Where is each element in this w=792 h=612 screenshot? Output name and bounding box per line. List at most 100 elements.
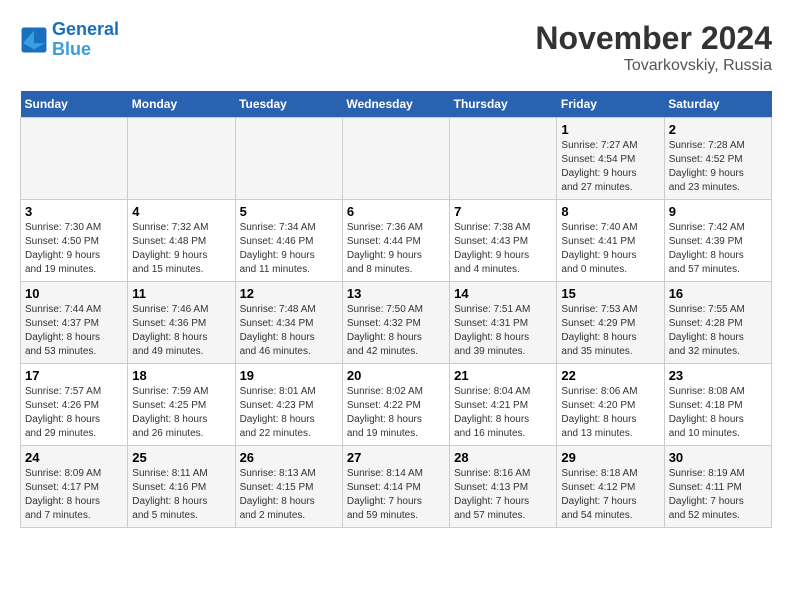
calendar-cell: 13 Sunrise: 7:50 AMSunset: 4:32 PMDayligh… xyxy=(342,282,449,364)
calendar-cell: 26Sunrise: 8:13 AMSunset: 4:15 PMDayligh… xyxy=(235,446,342,528)
page-header: General Blue November 2024 Tovarkovskiy,… xyxy=(20,20,772,75)
calendar-cell: 4 Sunrise: 7:32 AMSunset: 4:48 PMDaylight… xyxy=(128,200,235,282)
calendar-cell: 29Sunrise: 8:18 AMSunset: 4:12 PMDayligh… xyxy=(557,446,664,528)
calendar-cell: 23 Sunrise: 8:08 AMSunset: 4:18 PMDayligh… xyxy=(664,364,771,446)
day-number: 15 xyxy=(561,286,659,301)
day-number: 1 xyxy=(561,122,659,137)
logo-text: General Blue xyxy=(52,20,119,60)
day-info: Sunrise: 7:27 AMSunset: 4:54 PMDaylight:… xyxy=(561,139,659,195)
location-subtitle: Tovarkovskiy, Russia xyxy=(535,57,772,75)
day-info: Sunrise: 8:19 AMSunset: 4:11 PMDaylight:… xyxy=(669,467,767,523)
day-info: Sunrise: 8:08 AMSunset: 4:18 PMDaylight:… xyxy=(669,385,767,441)
day-number: 17 xyxy=(25,368,123,383)
day-number: 2 xyxy=(669,122,767,137)
day-info: Sunrise: 7:53 AMSunset: 4:29 PMDaylight:… xyxy=(561,303,659,359)
day-info: Sunrise: 7:46 AMSunset: 4:36 PMDaylight:… xyxy=(132,303,230,359)
day-info: Sunrise: 7:48 AMSunset: 4:34 PMDaylight:… xyxy=(240,303,338,359)
calendar-cell: 15 Sunrise: 7:53 AMSunset: 4:29 PMDayligh… xyxy=(557,282,664,364)
calendar-cell: 7 Sunrise: 7:38 AMSunset: 4:43 PMDaylight… xyxy=(450,200,557,282)
calendar-cell: 30Sunrise: 8:19 AMSunset: 4:11 PMDayligh… xyxy=(664,446,771,528)
day-number: 22 xyxy=(561,368,659,383)
day-info: Sunrise: 8:09 AMSunset: 4:17 PMDaylight:… xyxy=(25,467,123,523)
day-info: Sunrise: 7:50 AMSunset: 4:32 PMDaylight:… xyxy=(347,303,445,359)
day-number: 9 xyxy=(669,204,767,219)
header-cell-saturday: Saturday xyxy=(664,91,771,118)
day-number: 13 xyxy=(347,286,445,301)
title-block: November 2024 Tovarkovskiy, Russia xyxy=(535,20,772,75)
day-info: Sunrise: 7:38 AMSunset: 4:43 PMDaylight:… xyxy=(454,221,552,277)
calendar-cell xyxy=(128,118,235,200)
day-info: Sunrise: 8:02 AMSunset: 4:22 PMDaylight:… xyxy=(347,385,445,441)
calendar-cell: 3 Sunrise: 7:30 AMSunset: 4:50 PMDaylight… xyxy=(21,200,128,282)
day-number: 4 xyxy=(132,204,230,219)
calendar-cell: 19 Sunrise: 8:01 AMSunset: 4:23 PMDayligh… xyxy=(235,364,342,446)
day-number: 25 xyxy=(132,450,230,465)
day-info: Sunrise: 7:28 AMSunset: 4:52 PMDaylight:… xyxy=(669,139,767,195)
calendar-cell xyxy=(235,118,342,200)
day-info: Sunrise: 8:14 AMSunset: 4:14 PMDaylight:… xyxy=(347,467,445,523)
day-info: Sunrise: 7:44 AMSunset: 4:37 PMDaylight:… xyxy=(25,303,123,359)
header-cell-tuesday: Tuesday xyxy=(235,91,342,118)
calendar-cell: 25 Sunrise: 8:11 AMSunset: 4:16 PMDayligh… xyxy=(128,446,235,528)
day-number: 14 xyxy=(454,286,552,301)
day-number: 23 xyxy=(669,368,767,383)
calendar-cell: 27Sunrise: 8:14 AMSunset: 4:14 PMDayligh… xyxy=(342,446,449,528)
header-cell-friday: Friday xyxy=(557,91,664,118)
calendar-cell: 2 Sunrise: 7:28 AMSunset: 4:52 PMDaylight… xyxy=(664,118,771,200)
day-info: Sunrise: 7:34 AMSunset: 4:46 PMDaylight:… xyxy=(240,221,338,277)
logo: General Blue xyxy=(20,20,119,60)
day-number: 16 xyxy=(669,286,767,301)
day-number: 19 xyxy=(240,368,338,383)
day-info: Sunrise: 8:06 AMSunset: 4:20 PMDaylight:… xyxy=(561,385,659,441)
day-number: 18 xyxy=(132,368,230,383)
week-row-3: 10 Sunrise: 7:44 AMSunset: 4:37 PMDayligh… xyxy=(21,282,772,364)
day-number: 28 xyxy=(454,450,552,465)
calendar-table: SundayMondayTuesdayWednesdayThursdayFrid… xyxy=(20,91,772,528)
day-info: Sunrise: 8:18 AMSunset: 4:12 PMDaylight:… xyxy=(561,467,659,523)
calendar-cell xyxy=(342,118,449,200)
calendar-cell: 18 Sunrise: 7:59 AMSunset: 4:25 PMDayligh… xyxy=(128,364,235,446)
week-row-1: 1 Sunrise: 7:27 AMSunset: 4:54 PMDaylight… xyxy=(21,118,772,200)
day-info: Sunrise: 7:51 AMSunset: 4:31 PMDaylight:… xyxy=(454,303,552,359)
day-info: Sunrise: 7:36 AMSunset: 4:44 PMDaylight:… xyxy=(347,221,445,277)
day-info: Sunrise: 8:13 AMSunset: 4:15 PMDaylight:… xyxy=(240,467,338,523)
header-cell-thursday: Thursday xyxy=(450,91,557,118)
day-number: 20 xyxy=(347,368,445,383)
calendar-cell: 6 Sunrise: 7:36 AMSunset: 4:44 PMDaylight… xyxy=(342,200,449,282)
week-row-5: 24 Sunrise: 8:09 AMSunset: 4:17 PMDayligh… xyxy=(21,446,772,528)
header-row: SundayMondayTuesdayWednesdayThursdayFrid… xyxy=(21,91,772,118)
day-info: Sunrise: 7:55 AMSunset: 4:28 PMDaylight:… xyxy=(669,303,767,359)
day-info: Sunrise: 8:16 AMSunset: 4:13 PMDaylight:… xyxy=(454,467,552,523)
day-info: Sunrise: 7:30 AMSunset: 4:50 PMDaylight:… xyxy=(25,221,123,277)
day-info: Sunrise: 8:01 AMSunset: 4:23 PMDaylight:… xyxy=(240,385,338,441)
calendar-cell: 24 Sunrise: 8:09 AMSunset: 4:17 PMDayligh… xyxy=(21,446,128,528)
calendar-cell: 12Sunrise: 7:48 AMSunset: 4:34 PMDayligh… xyxy=(235,282,342,364)
calendar-cell: 1 Sunrise: 7:27 AMSunset: 4:54 PMDaylight… xyxy=(557,118,664,200)
calendar-cell: 20 Sunrise: 8:02 AMSunset: 4:22 PMDayligh… xyxy=(342,364,449,446)
day-info: Sunrise: 8:11 AMSunset: 4:16 PMDaylight:… xyxy=(132,467,230,523)
calendar-cell: 11 Sunrise: 7:46 AMSunset: 4:36 PMDayligh… xyxy=(128,282,235,364)
calendar-cell: 5Sunrise: 7:34 AMSunset: 4:46 PMDaylight… xyxy=(235,200,342,282)
day-info: Sunrise: 7:59 AMSunset: 4:25 PMDaylight:… xyxy=(132,385,230,441)
calendar-cell: 17Sunrise: 7:57 AMSunset: 4:26 PMDayligh… xyxy=(21,364,128,446)
day-number: 11 xyxy=(132,286,230,301)
header-cell-wednesday: Wednesday xyxy=(342,91,449,118)
calendar-cell: 14 Sunrise: 7:51 AMSunset: 4:31 PMDayligh… xyxy=(450,282,557,364)
day-number: 24 xyxy=(25,450,123,465)
calendar-cell: 16 Sunrise: 7:55 AMSunset: 4:28 PMDayligh… xyxy=(664,282,771,364)
day-number: 10 xyxy=(25,286,123,301)
header-cell-monday: Monday xyxy=(128,91,235,118)
calendar-cell: 9Sunrise: 7:42 AMSunset: 4:39 PMDaylight… xyxy=(664,200,771,282)
calendar-cell: 22 Sunrise: 8:06 AMSunset: 4:20 PMDayligh… xyxy=(557,364,664,446)
calendar-cell: 8Sunrise: 7:40 AMSunset: 4:41 PMDaylight… xyxy=(557,200,664,282)
day-info: Sunrise: 7:32 AMSunset: 4:48 PMDaylight:… xyxy=(132,221,230,277)
calendar-cell xyxy=(450,118,557,200)
day-number: 7 xyxy=(454,204,552,219)
calendar-header: SundayMondayTuesdayWednesdayThursdayFrid… xyxy=(21,91,772,118)
day-number: 6 xyxy=(347,204,445,219)
day-number: 8 xyxy=(561,204,659,219)
month-year-title: November 2024 xyxy=(535,20,772,57)
day-number: 3 xyxy=(25,204,123,219)
calendar-cell: 10 Sunrise: 7:44 AMSunset: 4:37 PMDayligh… xyxy=(21,282,128,364)
header-cell-sunday: Sunday xyxy=(21,91,128,118)
